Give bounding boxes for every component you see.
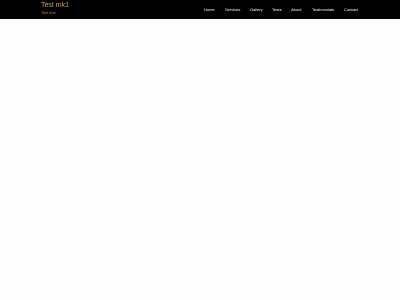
- top-navigation-bar: Test mk1 Test line Home Services Gallery…: [0, 0, 400, 19]
- nav-gallery-link[interactable]: Gallery: [250, 6, 263, 14]
- nav-contact-link[interactable]: Contact: [344, 6, 358, 14]
- nav-about-link[interactable]: About: [291, 6, 301, 14]
- nav-testimonials-link[interactable]: Testimonials: [312, 6, 334, 14]
- nav-tears-link[interactable]: Tears: [272, 6, 282, 14]
- nav-home-link[interactable]: Home: [204, 6, 215, 14]
- main-navigation: Home Services Gallery Tears About Testim…: [0, 6, 400, 14]
- hero-section: [0, 19, 400, 300]
- nav-services-link[interactable]: Services: [225, 6, 240, 14]
- background-texture: [150, 27, 380, 287]
